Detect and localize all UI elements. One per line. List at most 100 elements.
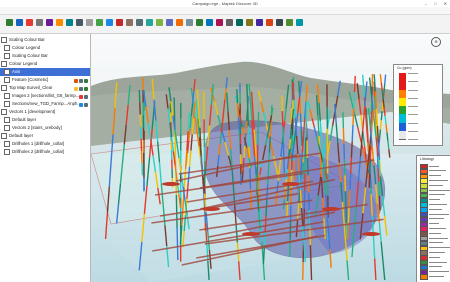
toolbar-button-icon[interactable] [66, 19, 73, 26]
drillhole-segment [381, 101, 384, 112]
lithology-label-line [429, 227, 446, 229]
layer-tool-icon[interactable] [79, 79, 83, 83]
toolbar-button-icon[interactable] [286, 19, 293, 26]
tree-item[interactable]: Drillholes 2 [drillhole_collar] [0, 148, 90, 156]
visibility-checkbox[interactable] [4, 68, 10, 75]
drillhole-segment [342, 127, 345, 144]
toolbar-button-icon[interactable] [276, 19, 283, 26]
tree-item[interactable]: Colour Legend [0, 44, 90, 52]
3d-viewport[interactable]: ⊕ Cu (ppm) Lithology [91, 34, 450, 282]
visibility-checkbox[interactable] [4, 76, 10, 83]
toolbar-button-icon[interactable] [146, 19, 153, 26]
drillhole-segment [282, 142, 285, 158]
layer-tool-icon[interactable] [79, 87, 83, 91]
drillhole-segment [265, 200, 268, 217]
drillhole-segment [351, 124, 354, 142]
toolbar-button-icon[interactable] [106, 19, 113, 26]
lithology-legend-item [420, 274, 448, 280]
visibility-checkbox[interactable] [4, 100, 10, 107]
toolbar-button-icon[interactable] [196, 19, 203, 26]
drillhole-segment [262, 247, 266, 264]
tree-item[interactable]: Default layer [0, 132, 90, 140]
toolbar-button-icon[interactable] [156, 19, 163, 26]
visibility-checkbox[interactable] [1, 36, 7, 43]
toolbar-button-icon[interactable] [266, 19, 273, 26]
toolbar-button-icon[interactable] [6, 19, 13, 26]
toolbar-button-icon[interactable] [86, 19, 93, 26]
toolbar-button-icon[interactable] [96, 19, 103, 26]
toolbar-button-icon[interactable] [186, 19, 193, 26]
drillhole-segment [380, 111, 383, 121]
drillhole-segment [379, 120, 382, 130]
toolbar-button-icon[interactable] [236, 19, 243, 26]
tree-item[interactable]: Top Map Surveil_Clear [0, 84, 90, 92]
layer-tool-icon[interactable] [74, 79, 78, 83]
tree-item[interactable]: Vectors 1 [development] [0, 108, 90, 116]
toolbar-button-icon[interactable] [76, 19, 83, 26]
drillhole-segment [236, 102, 240, 117]
visibility-checkbox[interactable] [1, 108, 7, 115]
tree-item-label: Drillholes 2 [drillhole_collar] [12, 149, 65, 154]
tree-item-label: Images 2 [sections/list_G8_farmp... [12, 93, 80, 98]
toolbar-button-icon[interactable] [116, 19, 123, 26]
tree-item[interactable]: Scaling Colour Bar [0, 52, 90, 60]
visibility-checkbox[interactable] [4, 44, 10, 51]
layer-tool-icon[interactable] [84, 95, 88, 99]
tree-item[interactable]: Sections/new_TGD_Farmp...Anph... [0, 100, 90, 108]
drillhole-segment [369, 159, 372, 174]
toolbar-button-icon[interactable] [226, 19, 233, 26]
visibility-checkbox[interactable] [4, 124, 10, 131]
visibility-checkbox[interactable] [1, 60, 7, 67]
toolbar-button-icon[interactable] [36, 19, 43, 26]
toolbar-button-icon[interactable] [176, 19, 183, 26]
toolbar-button-icon[interactable] [136, 19, 143, 26]
visibility-checkbox[interactable] [1, 84, 7, 91]
toolbar-button-icon[interactable] [256, 19, 263, 26]
layer-tool-icon[interactable] [84, 79, 88, 83]
lithology-legend-item [420, 255, 448, 261]
layer-tool-icon[interactable] [79, 103, 83, 107]
lithology-label-line [429, 179, 448, 181]
minimize-button[interactable]: – [425, 1, 427, 6]
visibility-checkbox[interactable] [4, 52, 10, 59]
tree-item[interactable]: Feature [Cosmetic] [0, 76, 90, 84]
toolbar-button-icon[interactable] [26, 19, 33, 26]
maximize-button[interactable]: □ [434, 1, 436, 6]
tree-item[interactable]: Default layer [0, 116, 90, 124]
lithology-label-line [429, 251, 445, 253]
drillhole-segment [383, 83, 386, 93]
lithology-label-line [429, 189, 450, 191]
view-compass-icon[interactable]: ⊕ [431, 37, 441, 47]
drillhole-segment [353, 92, 356, 109]
lithology-legend-item [420, 250, 448, 256]
layer-tool-icon[interactable] [79, 95, 83, 99]
tree-item[interactable]: Drillholes 1 [drillhole_collar] [0, 140, 90, 148]
visibility-checkbox[interactable] [4, 116, 10, 123]
tree-item[interactable]: Scaling Colour Bar [0, 36, 90, 44]
toolbar-button-icon[interactable] [166, 19, 173, 26]
collar-marker [282, 182, 300, 186]
visibility-checkbox[interactable] [4, 140, 10, 147]
layer-tool-icon[interactable] [84, 87, 88, 91]
tree-item[interactable]: Axis [0, 68, 90, 76]
layer-tool-icon[interactable] [74, 87, 78, 91]
toolbar-button-icon[interactable] [56, 19, 63, 26]
visibility-checkbox[interactable] [4, 148, 10, 155]
lithology-swatch [420, 274, 428, 280]
toolbar-button-icon[interactable] [206, 19, 213, 26]
close-button[interactable]: ✕ [444, 1, 447, 6]
visibility-checkbox[interactable] [1, 132, 7, 139]
layer-tool-icon[interactable] [84, 103, 88, 107]
drillhole-segment [243, 145, 246, 159]
toolbar-button-icon[interactable] [46, 19, 53, 26]
toolbar-button-icon[interactable] [246, 19, 253, 26]
toolbar-button-icon[interactable] [126, 19, 133, 26]
tree-item[interactable]: Images 2 [sections/list_G8_farmp... [0, 92, 90, 100]
toolbar-button-icon[interactable] [296, 19, 303, 26]
toolbar-button-icon[interactable] [16, 19, 23, 26]
visibility-checkbox[interactable] [4, 92, 10, 99]
tree-item[interactable]: Vectors 2 [stairs_orebody] [0, 124, 90, 132]
toolbar-button-icon[interactable] [216, 19, 223, 26]
tree-item[interactable]: Colour Legend [0, 60, 90, 68]
drillhole-segment [175, 194, 178, 228]
